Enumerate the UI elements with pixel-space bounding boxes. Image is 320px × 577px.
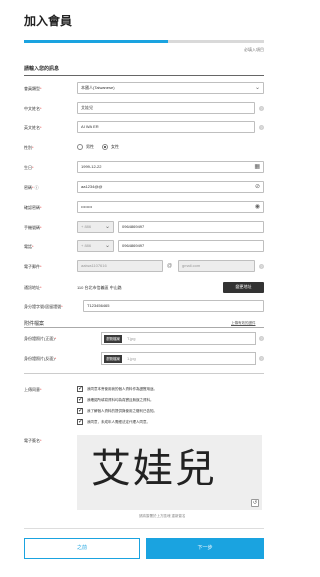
at-sign: @ <box>167 263 173 269</box>
mobile-row: 手機號碼* + 886 ⌄ 0964869497 <box>24 221 264 235</box>
birthday-input[interactable]: 1999-12-22 ▦ <box>77 161 264 173</box>
email-row: 電子郵件* aaiwa1107616 @ gmail.com ? <box>24 260 264 274</box>
birthday-row: 生日* 1999-12-22 ▦ <box>24 161 264 175</box>
help-icon[interactable]: ? <box>259 264 264 269</box>
attachments-divider <box>24 327 264 328</box>
email-user-input[interactable]: aaiwa1107616 <box>77 260 163 272</box>
calendar-icon[interactable]: ▦ <box>254 163 260 172</box>
eye-icon[interactable]: ◉ <box>255 203 260 212</box>
phone-country-select[interactable]: + 886 ⌄ <box>77 240 114 252</box>
chevron-down-icon: ⌄ <box>104 224 110 230</box>
consent-checkbox[interactable] <box>77 418 83 425</box>
gender-female-label: 女性 <box>111 144 119 149</box>
page-title: 加入會員 <box>24 14 73 28</box>
chevron-down-icon: ⌄ <box>104 243 110 249</box>
id-number-input[interactable]: T123456465 <box>83 300 264 312</box>
mobile-country-select[interactable]: + 886 ⌄ <box>77 221 114 233</box>
member-type-label: 會員類型* <box>24 86 42 91</box>
member-type-select[interactable]: 本國人(Taiwanese) ⌄ <box>77 82 264 94</box>
gender-male-label: 男性 <box>86 144 94 149</box>
birthday-label: 生日* <box>24 165 34 170</box>
chinese-name-input[interactable]: 艾娃兒 <box>77 102 255 114</box>
help-icon[interactable]: ? <box>259 106 264 111</box>
id-back-upload[interactable]: 瀏覽檔案 1.jpg <box>101 352 256 365</box>
divider <box>24 528 264 529</box>
chinese-name-row: 中文姓名* 艾娃兒 ? <box>24 102 264 116</box>
english-name-input[interactable]: AI WA ER <box>77 121 255 133</box>
id-number-label: 身分證字號/居留證號* <box>24 304 63 309</box>
chinese-name-label: 中文姓名* <box>24 106 42 111</box>
english-name-row: 英文姓名* AI WA ER ? <box>24 121 264 135</box>
consent-checkbox[interactable] <box>77 396 83 403</box>
confirm-password-label: 確認密碼* <box>24 205 42 210</box>
gender-male-radio[interactable] <box>77 144 83 150</box>
attachments-help-link[interactable]: 上傳有效的證件 <box>231 321 256 326</box>
section-title: 請輸入您的訊息 <box>24 66 60 72</box>
confirm-password-input[interactable]: •••••••• ◉ <box>77 201 264 213</box>
consent-text: 我確認所填寫資料均為真實且無誤之資料。 <box>87 398 154 402</box>
english-name-label: 英文姓名* <box>24 125 42 130</box>
eye-off-icon[interactable]: ⊘ <box>255 183 260 192</box>
chevron-down-icon: ⌄ <box>254 85 260 91</box>
id-front-label: 身份證照片(正面)* <box>24 336 57 341</box>
id-front-upload[interactable]: 瀏覽檔案 T.jpg <box>101 332 256 345</box>
consent-text: 我同意，未成年人需經法定代理人同意。 <box>87 420 150 424</box>
member-type-row: 會員類型* 本國人(Taiwanese) ⌄ <box>24 82 264 96</box>
undo-icon[interactable]: ↺ <box>251 499 259 507</box>
help-icon[interactable]: ? <box>259 125 264 130</box>
address-value: 110 台北市信義區 中山路 <box>77 285 122 290</box>
help-icon[interactable]: ? <box>259 356 264 361</box>
help-icon[interactable]: ? <box>259 336 264 341</box>
address-row: 通訊地址* 110 台北市信義區 中山路 變更地址 <box>24 280 264 296</box>
email-domain-input[interactable]: gmail.com <box>178 260 255 272</box>
gender-label: 性別* <box>24 145 34 150</box>
consent-checkbox[interactable] <box>77 385 83 392</box>
password-label: 密碼* ⓘ <box>24 185 39 190</box>
consent-label: 上傳同意* <box>24 387 42 392</box>
progress-bar <box>24 40 264 43</box>
confirm-password-row: 確認密碼* •••••••• ◉ <box>24 201 264 215</box>
id-front-row: 身份證照片(正面)* 瀏覽檔案 T.jpg ? <box>24 332 264 346</box>
consent-checkbox[interactable] <box>77 407 83 414</box>
progress-fill <box>24 40 168 43</box>
section-divider <box>24 75 264 76</box>
change-address-button[interactable]: 變更地址 <box>223 282 264 293</box>
id-back-label: 身份證照片(反面)* <box>24 356 57 361</box>
phone-row: 電話* + 886 ⌄ 0964869497 <box>24 240 264 254</box>
password-row: 密碼* ⓘ aa1234@@ ⊘ <box>24 181 264 195</box>
browse-file-button[interactable]: 瀏覽檔案 <box>104 335 122 343</box>
phone-label: 電話* <box>24 244 34 249</box>
id-front-filename: T.jpg <box>127 336 136 341</box>
gender-female-radio[interactable] <box>102 144 108 150</box>
email-label: 電子郵件* <box>24 264 42 269</box>
signature-hint: 請將簽署於上方區塊 重新簽名 <box>139 514 186 518</box>
id-back-row: 身份證照片(反面)* 瀏覽檔案 1.jpg ? <box>24 352 264 366</box>
divider <box>24 373 264 374</box>
consent-text: 我同意本會使用我的個人資料作為證實用途。 <box>87 387 157 391</box>
phone-input[interactable]: 0964869497 <box>118 240 264 252</box>
id-number-row: 身分證字號/居留證號* T123456465 <box>24 300 264 314</box>
signature-strokes: 艾娃兒 <box>91 446 217 492</box>
mobile-label: 手機號碼* <box>24 225 42 230</box>
prev-button[interactable]: 之前 <box>24 538 140 559</box>
next-button[interactable]: 下一步 <box>146 538 264 559</box>
address-label: 通訊地址* <box>24 285 42 290</box>
browse-file-button[interactable]: 瀏覽檔案 <box>104 355 122 363</box>
id-back-filename: 1.jpg <box>127 356 136 361</box>
required-note: 必填入項目 <box>244 47 264 52</box>
gender-row: 性別* 男性 女性 <box>24 141 264 155</box>
consent-text: 我了解個人資料的提供與使用之權利已告知。 <box>87 409 157 413</box>
password-input[interactable]: aa1234@@ ⊘ <box>77 181 264 193</box>
mobile-input[interactable]: 0964869497 <box>118 221 264 233</box>
signature-pad[interactable]: 艾娃兒 ↺ <box>77 435 262 510</box>
attachments-title: 附件檔案 <box>24 321 45 327</box>
signature-label: 電子簽名* <box>24 438 42 443</box>
